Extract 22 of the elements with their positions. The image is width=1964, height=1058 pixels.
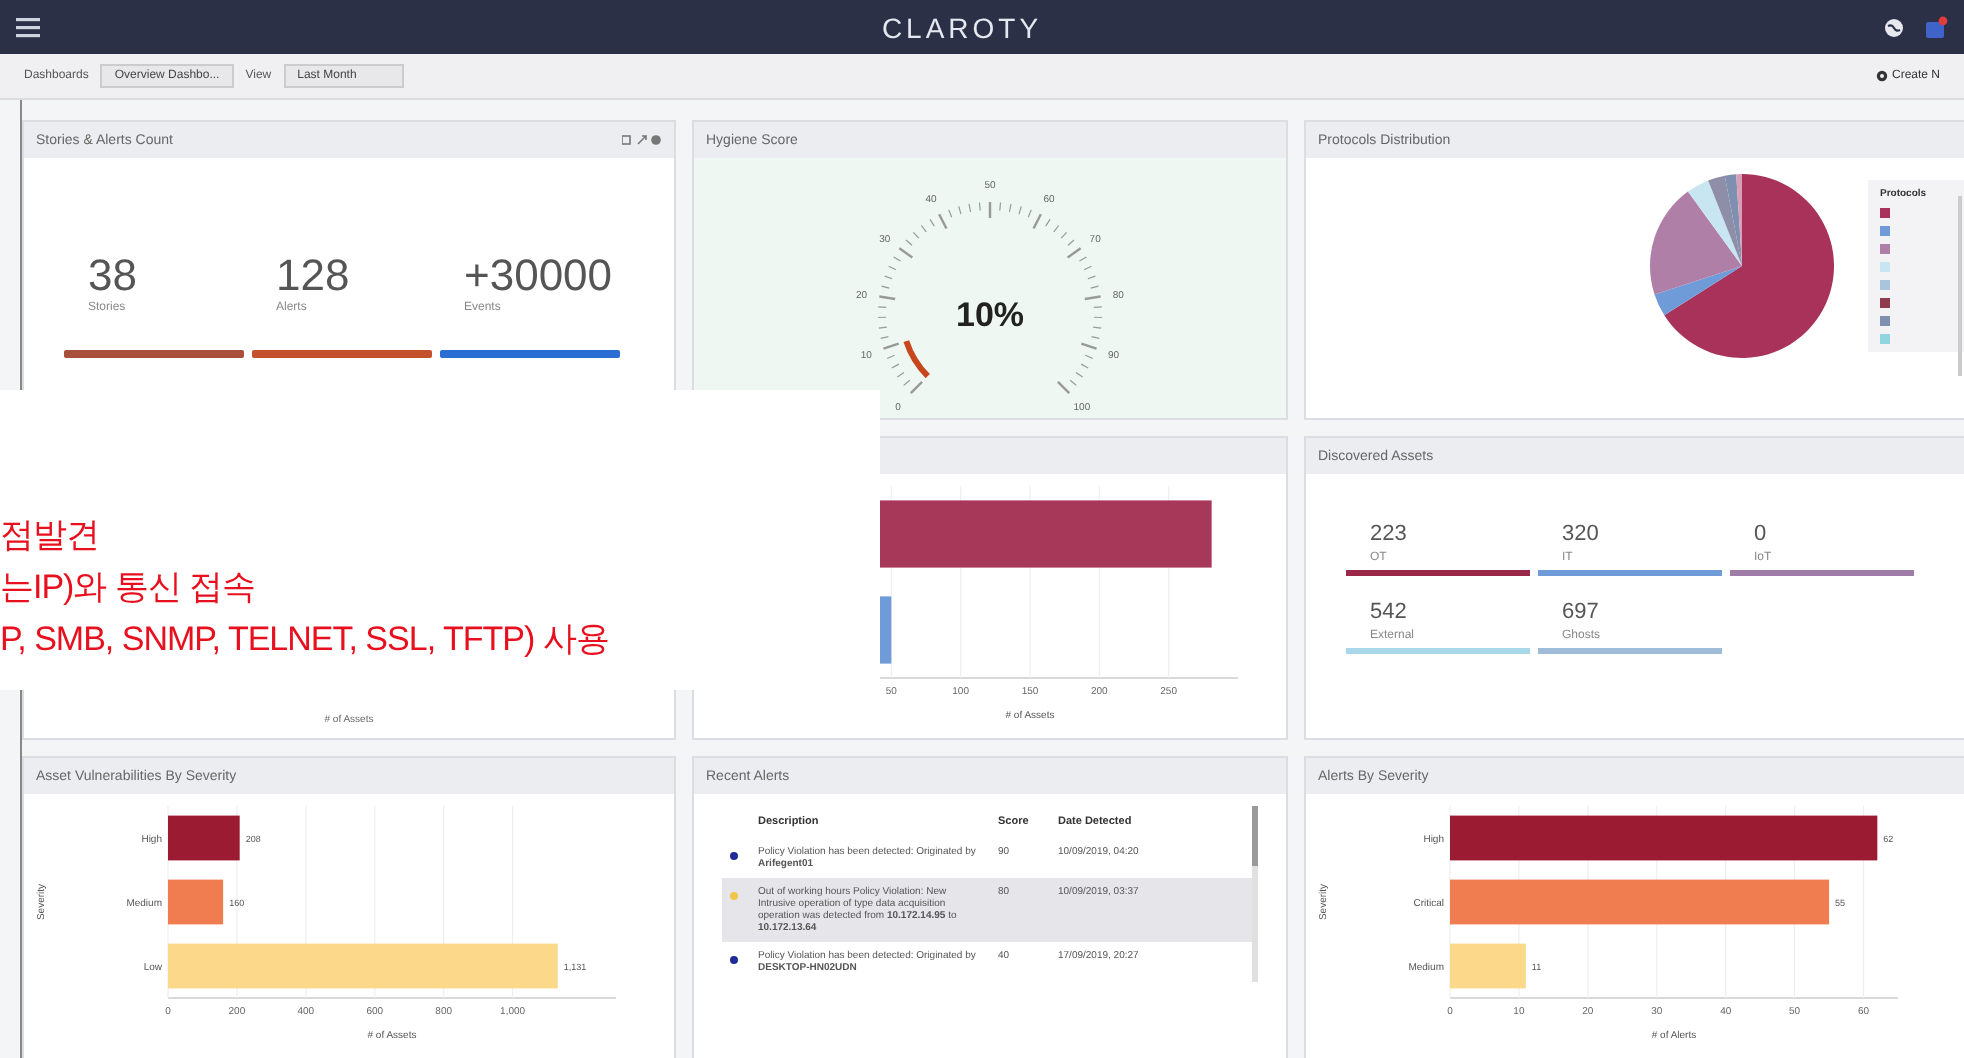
count-value: 38 bbox=[86, 250, 139, 301]
panel-tools-icon[interactable] bbox=[622, 134, 662, 146]
gauge-fill bbox=[903, 340, 930, 379]
menu-icon[interactable] bbox=[16, 17, 40, 37]
asset-count: 697 bbox=[1560, 600, 1601, 624]
count-value: +30000 bbox=[462, 250, 615, 301]
annotation-text: 점발견 bbox=[0, 514, 101, 558]
asset-count: 223 bbox=[1368, 522, 1409, 546]
asset-count: 320 bbox=[1560, 522, 1601, 546]
gauge-value: 10% bbox=[955, 296, 1025, 334]
logo: CLAROTY bbox=[879, 11, 1045, 43]
scrollbar-thumb[interactable] bbox=[1252, 806, 1258, 866]
globe-icon[interactable] bbox=[1884, 17, 1904, 37]
annotation-text: 는IP)와 통신 접속 bbox=[0, 566, 258, 610]
count-value: 128 bbox=[274, 250, 352, 301]
gear-icon bbox=[1875, 70, 1888, 82]
scrollbar[interactable] bbox=[1252, 806, 1258, 982]
asset-count: 542 bbox=[1368, 600, 1409, 624]
asset-count: 0 bbox=[1752, 522, 1769, 546]
scrollbar[interactable] bbox=[1958, 196, 1962, 376]
notification-icon[interactable] bbox=[1924, 15, 1948, 39]
annotation-text: P, SMB, SNMP, TELNET, SSL, TFTP) 사용 bbox=[0, 618, 611, 662]
